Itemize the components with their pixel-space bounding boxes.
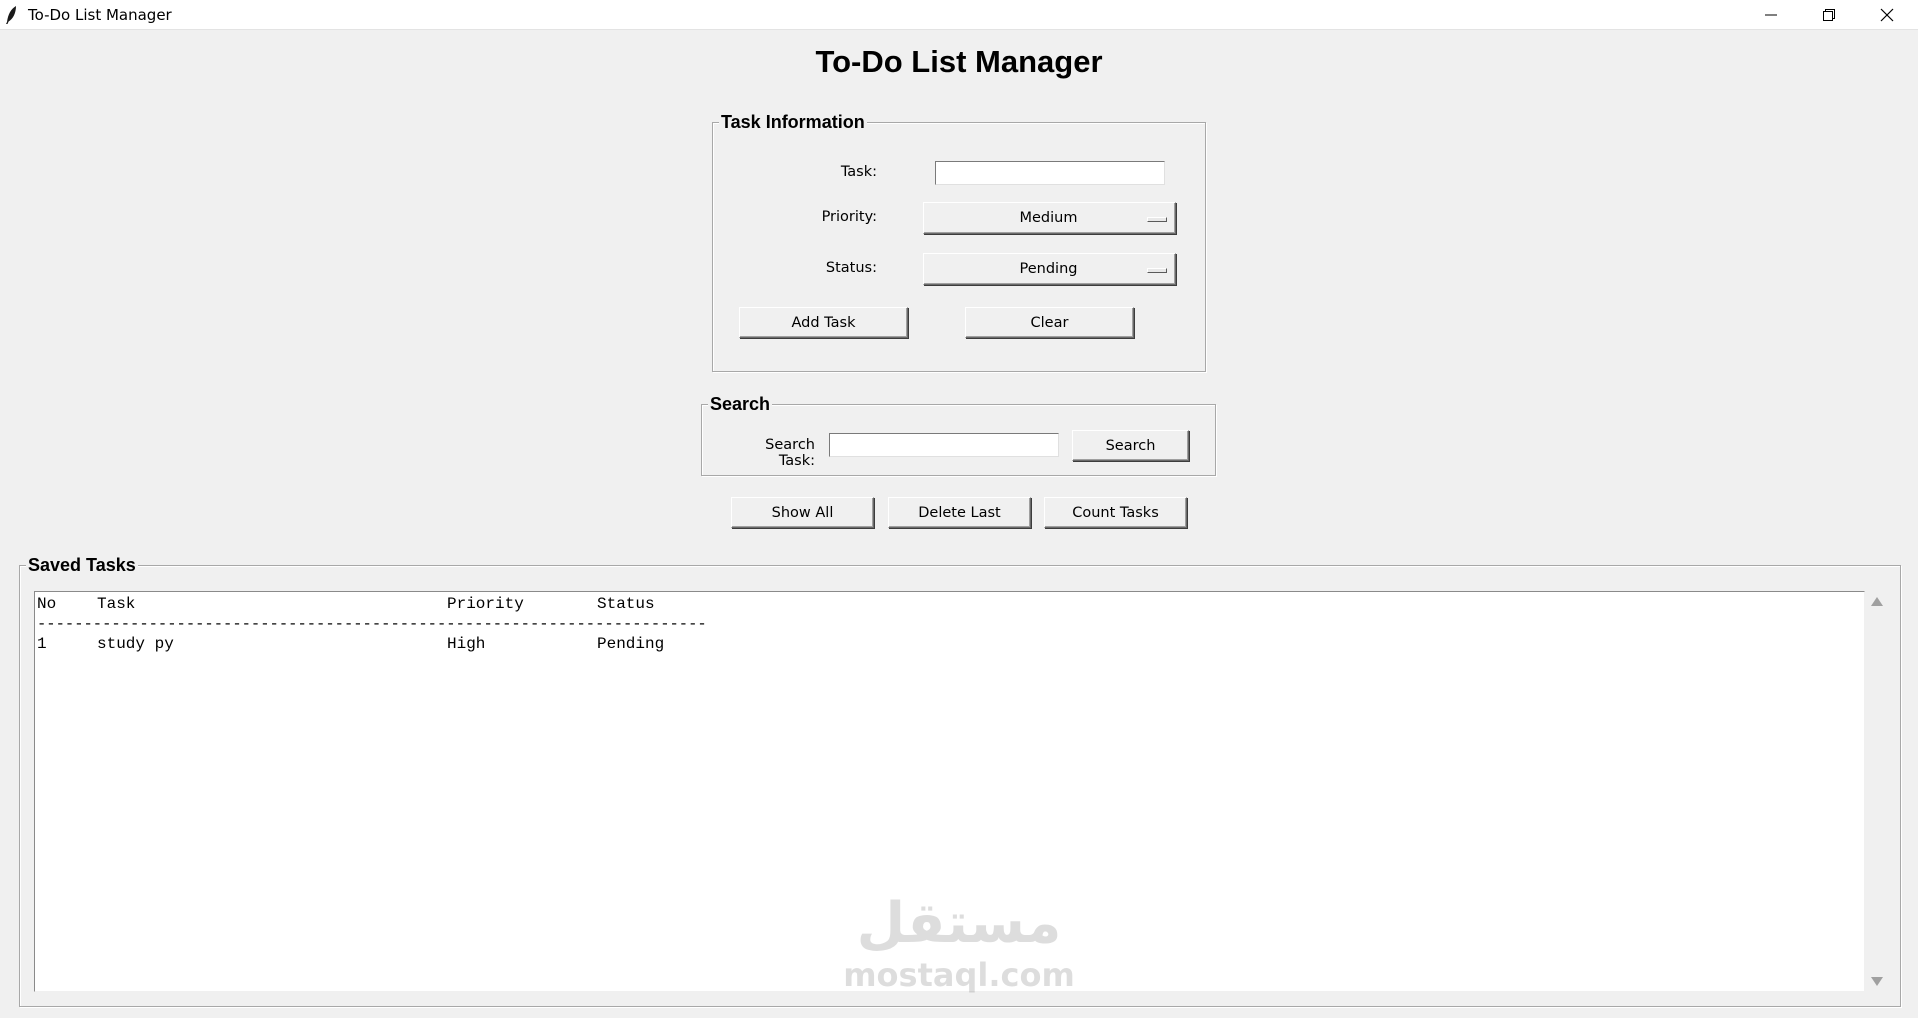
clear-button[interactable]: Clear	[965, 307, 1134, 338]
window-title: To-Do List Manager	[28, 6, 172, 24]
add-task-button[interactable]: Add Task	[739, 307, 908, 338]
title-bar: To-Do List Manager	[0, 0, 1918, 30]
delete-last-button[interactable]: Delete Last	[888, 497, 1031, 528]
watermark-latin: mostaql.com	[843, 956, 1075, 994]
separator-line: ----------------------------------------…	[37, 615, 707, 633]
priority-label: Priority:	[821, 209, 877, 225]
status-label: Status:	[825, 260, 877, 276]
minimize-button[interactable]	[1742, 0, 1800, 30]
scroll-down-icon[interactable]	[1871, 977, 1883, 986]
restore-button[interactable]	[1800, 0, 1858, 30]
row-priority: High	[447, 635, 486, 653]
task-info-title: Task Information	[719, 112, 867, 132]
row-status: Pending	[597, 635, 665, 653]
search-button[interactable]: Search	[1072, 430, 1189, 461]
minimize-icon	[1765, 14, 1777, 16]
task-label: Task:	[840, 164, 877, 180]
column-header-status: Status	[597, 595, 655, 613]
restore-icon	[1823, 9, 1835, 21]
search-title: Search	[708, 394, 773, 414]
vertical-scrollbar[interactable]	[1866, 591, 1886, 992]
row-task: study py	[97, 635, 174, 653]
column-header-priority: Priority	[447, 595, 524, 613]
feather-icon	[6, 6, 16, 24]
count-tasks-button[interactable]: Count Tasks	[1044, 497, 1187, 528]
column-header-task: Task	[97, 595, 136, 613]
dropdown-indicator-icon	[1147, 268, 1167, 273]
close-icon	[1880, 8, 1894, 22]
column-header-no: No	[37, 595, 57, 613]
dropdown-indicator-icon	[1147, 217, 1167, 222]
watermark-arabic: مستقل	[856, 891, 1062, 956]
saved-tasks-title: Saved Tasks	[26, 555, 138, 575]
row-no: 1	[37, 635, 47, 653]
task-input[interactable]	[935, 161, 1165, 185]
close-button[interactable]	[1858, 0, 1916, 30]
watermark-logo: مستقل mostaql.com	[843, 892, 1075, 996]
show-all-button[interactable]: Show All	[731, 497, 874, 528]
status-dropdown[interactable]: Pending	[923, 253, 1176, 285]
priority-value: Medium	[1019, 210, 1078, 226]
search-label: Search Task:	[765, 437, 815, 469]
priority-dropdown[interactable]: Medium	[923, 202, 1176, 234]
scroll-up-icon[interactable]	[1871, 597, 1883, 606]
status-value: Pending	[1019, 261, 1078, 277]
search-input[interactable]	[829, 433, 1059, 457]
page-title: To-Do List Manager	[815, 44, 1103, 79]
